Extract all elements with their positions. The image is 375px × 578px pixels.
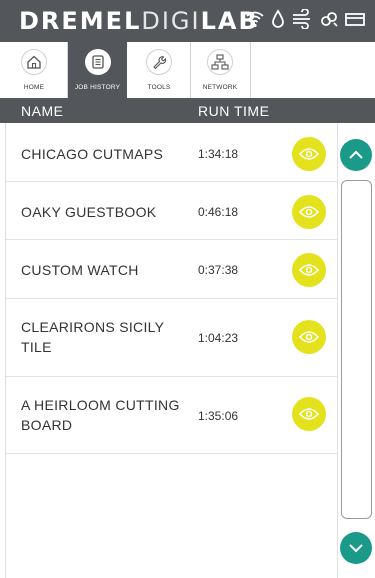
filter-icon: [319, 9, 339, 29]
tab-home[interactable]: HOME: [6, 42, 62, 98]
tab-network-label: NETWORK: [202, 84, 238, 91]
tab-tools[interactable]: TOOLS: [131, 42, 187, 98]
eye-icon: [299, 264, 319, 276]
fan-air-icon: [291, 9, 313, 29]
job-name-line: BOARD: [21, 417, 73, 433]
water-drop-icon: [271, 9, 285, 29]
column-name-header[interactable]: NAME: [21, 103, 63, 119]
view-job-button[interactable]: [292, 320, 326, 354]
view-job-button[interactable]: [292, 195, 326, 229]
home-icon: [21, 49, 47, 75]
column-runtime-header[interactable]: RUN TIME: [198, 103, 269, 119]
list-right-border: [337, 123, 338, 578]
eye-icon: [299, 206, 319, 218]
eye-icon: [299, 408, 319, 420]
job-name-line: CUSTOM WATCH: [21, 262, 139, 278]
eye-icon: [299, 148, 319, 160]
job-name-line: TILE: [21, 339, 52, 355]
scroll-down-button[interactable]: [340, 532, 372, 564]
list-item[interactable]: CUSTOM WATCH 0:37:38: [6, 240, 337, 299]
job-history-icon: [84, 49, 111, 75]
scroll-up-button[interactable]: [340, 139, 372, 171]
eye-icon: [299, 331, 319, 343]
job-list: CHICAGO CUTMAPS 1:34:18 OAKY GUESTBOOK 0…: [6, 123, 337, 454]
job-name-line: A HEIRLOOM CUTTING: [21, 397, 180, 413]
job-name-line: CLEARIRONS SICILY: [21, 319, 165, 335]
job-name: A HEIRLOOM CUTTING BOARD: [21, 395, 180, 435]
tab-divider: [190, 42, 191, 98]
job-run-time: 0:46:18: [198, 205, 239, 219]
job-run-time: 1:04:23: [198, 331, 239, 345]
tab-tools-label: TOOLS: [147, 84, 171, 91]
chevron-up-icon: [349, 150, 363, 159]
list-item[interactable]: CLEARIRONS SICILY TILE 1:04:23: [6, 299, 337, 377]
view-job-button[interactable]: [292, 253, 326, 287]
job-name-line: OAKY GUESTBOOK: [21, 204, 157, 220]
brand-part-2: DIGI: [141, 7, 201, 35]
column-header: NAME RUN TIME: [0, 98, 375, 123]
job-run-time: 1:34:18: [198, 147, 239, 161]
job-name: CUSTOM WATCH: [21, 260, 139, 280]
tab-job-history-label: JOB HISTORY: [74, 84, 121, 91]
chevron-down-icon: [349, 544, 363, 553]
job-name-line: CHICAGO CUTMAPS: [21, 146, 164, 162]
brand-part-1: DREMEL: [19, 7, 142, 35]
job-name: OAKY GUESTBOOK: [21, 202, 156, 222]
app-screen: DREMELDIGILAB HOME JOB HISTORY TOOLS NET…: [0, 0, 375, 578]
tab-network[interactable]: NETWORK: [192, 42, 248, 98]
tab-bar: HOME JOB HISTORY TOOLS NETWORK: [0, 42, 375, 99]
tab-home-label: HOME: [23, 84, 45, 91]
wrench-icon: [146, 49, 172, 75]
network-icon: [207, 49, 233, 75]
job-run-time: 0:37:38: [198, 263, 239, 277]
wifi-icon: [245, 9, 265, 29]
view-job-button[interactable]: [292, 397, 326, 431]
scrollbar-track[interactable]: [341, 180, 372, 519]
job-name: CLEARIRONS SICILY TILE: [21, 317, 164, 357]
job-name: CHICAGO CUTMAPS: [21, 144, 163, 164]
job-run-time: 1:35:06: [198, 409, 239, 423]
tab-job-history[interactable]: JOB HISTORY: [68, 42, 127, 98]
list-item[interactable]: A HEIRLOOM CUTTING BOARD 1:35:06: [6, 377, 337, 454]
status-icons: [245, 9, 365, 29]
view-job-button[interactable]: [292, 137, 326, 171]
list-item[interactable]: CHICAGO CUTMAPS 1:34:18: [6, 123, 337, 182]
brand-logo: DREMELDIGILAB: [19, 7, 259, 35]
tab-divider: [250, 42, 251, 98]
top-bar: DREMELDIGILAB: [0, 0, 375, 42]
list-item[interactable]: OAKY GUESTBOOK 0:46:18: [6, 182, 337, 240]
tray-icon: [345, 9, 365, 29]
